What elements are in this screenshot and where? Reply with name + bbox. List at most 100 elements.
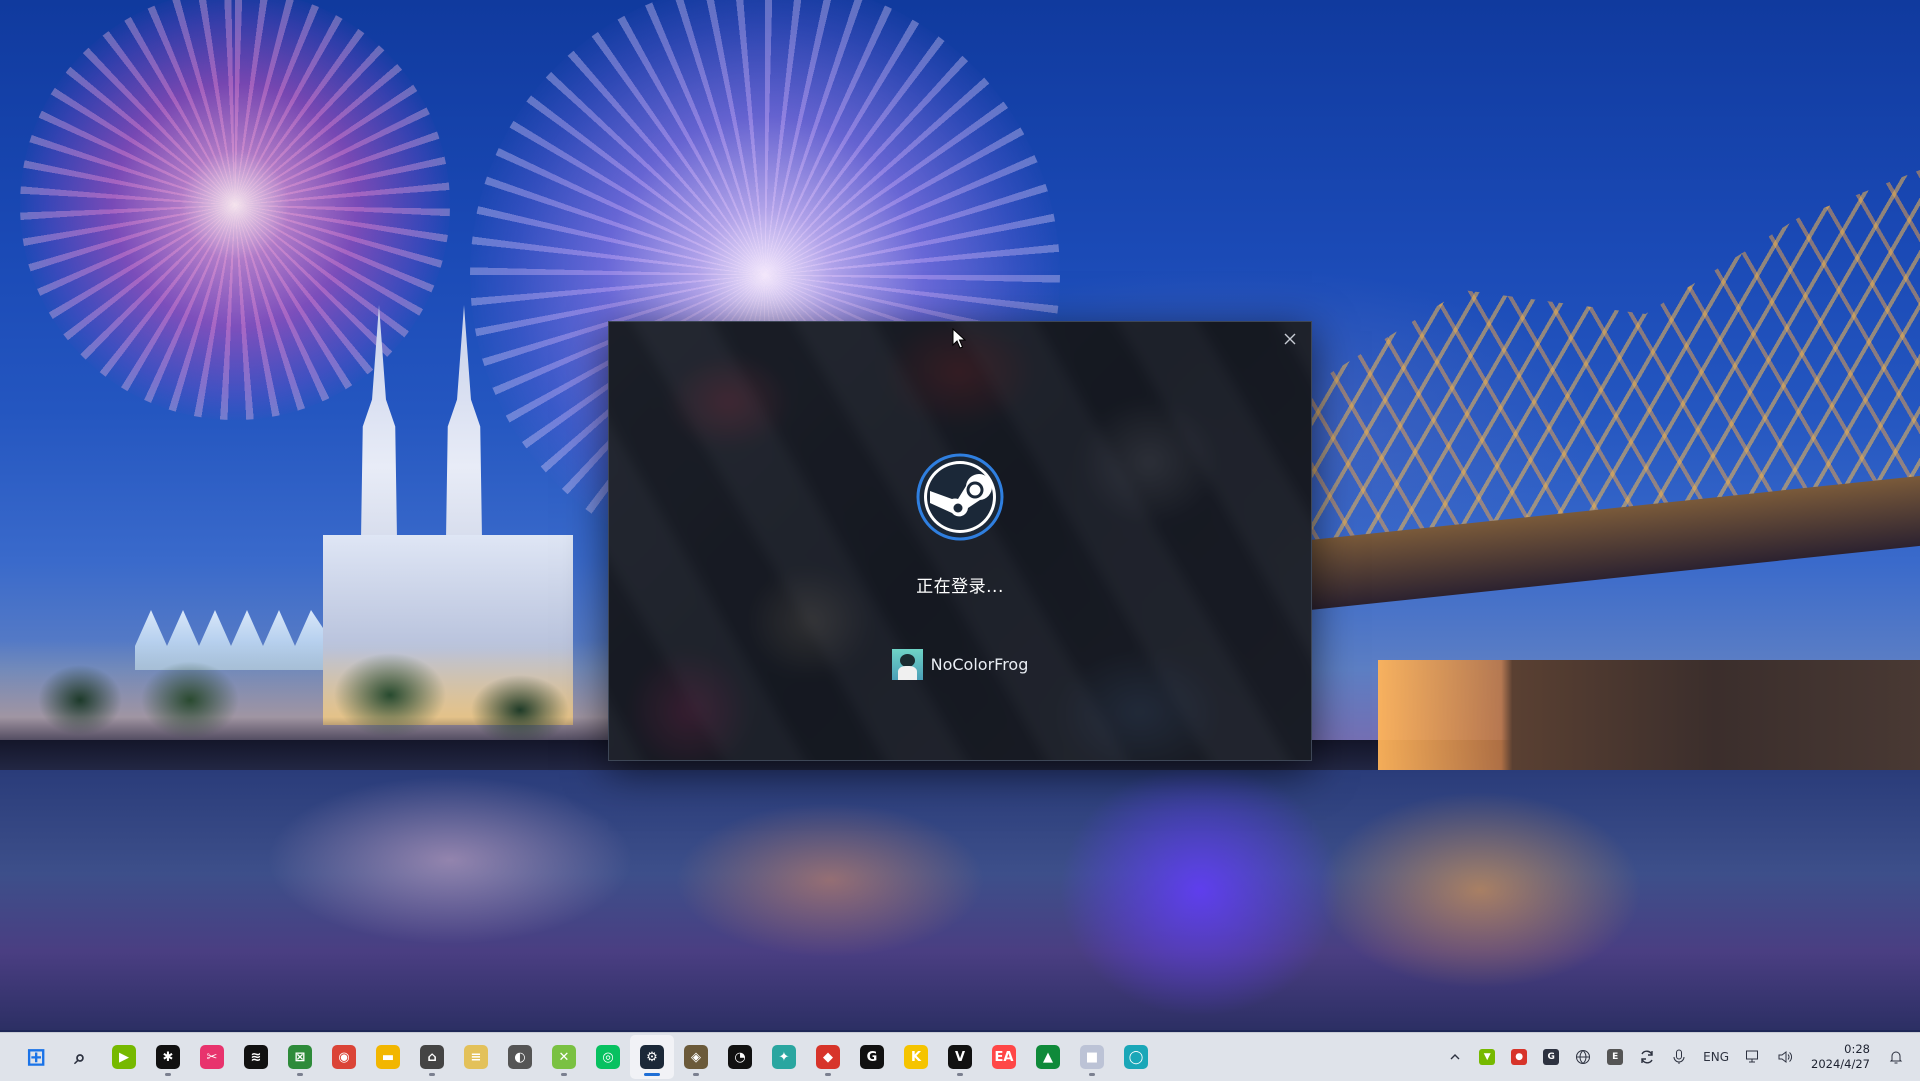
taskbar-wechat[interactable]: ◎ bbox=[586, 1035, 630, 1079]
taskbar-nvidia[interactable]: ▶ bbox=[102, 1035, 146, 1079]
taskbar-gog-like[interactable]: ▲ bbox=[1026, 1035, 1070, 1079]
taskbar-ea[interactable]: EA bbox=[982, 1035, 1026, 1079]
running-indicator bbox=[429, 1073, 435, 1076]
taskbar-start-button[interactable]: ⊞ bbox=[14, 1035, 58, 1079]
taskbar-speedtest[interactable]: ◔ bbox=[718, 1035, 762, 1079]
taskbar-game-controller[interactable]: ⌂ bbox=[410, 1035, 454, 1079]
chrome-icon: ◉ bbox=[332, 1045, 356, 1069]
running-indicator bbox=[1089, 1073, 1095, 1076]
notification-center-button[interactable] bbox=[1882, 1041, 1910, 1073]
windows-start-icon: ⊞ bbox=[25, 1043, 47, 1071]
tray-network-status[interactable] bbox=[1739, 1041, 1767, 1073]
triangle-app-icon: ▲ bbox=[1036, 1045, 1060, 1069]
steam-logo-icon bbox=[916, 453, 1004, 541]
wechat-icon: ◎ bbox=[596, 1045, 620, 1069]
input-language[interactable]: ENG bbox=[1697, 1050, 1735, 1064]
search-icon: ⌕ bbox=[74, 1045, 86, 1069]
steam-login-dialog: 正在登录... NoColorFrog bbox=[608, 321, 1312, 761]
running-indicator bbox=[561, 1073, 567, 1076]
taskbar-apps: ⊞ ⌕ ▶ ✱ ✂ ≋ ⊠ ◉ ▬ ⌂ ≡ ◐ ✕ ◎ ⚙ ◈ ◔ ✦ ◆ G K V EA ▲ ■ ◯ bbox=[0, 1033, 1158, 1081]
xbox-icon: ✕ bbox=[552, 1045, 576, 1069]
tray-network[interactable] bbox=[1569, 1041, 1597, 1073]
login-status-text: 正在登录... bbox=[916, 577, 1004, 597]
avatar bbox=[891, 649, 923, 680]
taskbar-logitech[interactable]: G bbox=[850, 1035, 894, 1079]
ea-icon: EA bbox=[992, 1045, 1016, 1069]
tray-nvidia[interactable]: ▼ bbox=[1473, 1041, 1501, 1073]
running-indicator bbox=[957, 1073, 963, 1076]
folder-icon: ▬ bbox=[376, 1045, 400, 1069]
microphone-icon bbox=[1673, 1049, 1685, 1064]
sync-icon bbox=[1641, 1050, 1653, 1064]
clock[interactable]: 0:28 2024/4/27 bbox=[1803, 1042, 1878, 1072]
epic-icon: ◐ bbox=[508, 1045, 532, 1069]
taskbar-valorant[interactable]: V bbox=[938, 1035, 982, 1079]
river-reflection bbox=[0, 770, 1920, 1030]
notification-bell-icon bbox=[1889, 1051, 1903, 1064]
xbox-app-icon: ⊠ bbox=[288, 1045, 312, 1069]
taskbar-search[interactable]: ⌕ bbox=[58, 1035, 102, 1079]
clock-time: 0:28 bbox=[1844, 1042, 1870, 1056]
account-name: NoColorFrog bbox=[930, 655, 1029, 674]
gauge-icon: ◔ bbox=[728, 1045, 752, 1069]
taskbar-xbox-app[interactable]: ⊠ bbox=[278, 1035, 322, 1079]
running-indicator bbox=[165, 1073, 171, 1076]
notepad-icon: ≡ bbox=[464, 1045, 488, 1069]
nvidia-tray-icon: ▼ bbox=[1479, 1049, 1496, 1065]
system-tray: ▼ ● G E ENG 0:28 2024/4/27 bbox=[1441, 1033, 1920, 1081]
taskbar-chrome[interactable]: ◉ bbox=[322, 1035, 366, 1079]
tray-logitech[interactable]: G bbox=[1537, 1041, 1565, 1073]
speaker-icon bbox=[1778, 1051, 1792, 1063]
show-hidden-icons-button[interactable] bbox=[1441, 1041, 1469, 1073]
tray-microphone[interactable] bbox=[1665, 1041, 1693, 1073]
taskbar-snipping[interactable]: ✂ bbox=[190, 1035, 234, 1079]
taskbar-epic-launcher[interactable]: ◐ bbox=[498, 1035, 542, 1079]
taskbar-steam[interactable]: ⚙ bbox=[630, 1035, 674, 1079]
taskbar-capcut[interactable]: ≋ bbox=[234, 1035, 278, 1079]
network-monitor-icon bbox=[1746, 1050, 1759, 1063]
taskbar-notepad[interactable]: ≡ bbox=[454, 1035, 498, 1079]
davinci-resolve-icon: ✱ bbox=[156, 1045, 180, 1069]
logitech-tray-icon: G bbox=[1543, 1049, 1560, 1065]
tray-sync[interactable] bbox=[1633, 1041, 1661, 1073]
steam-icon: ⚙ bbox=[640, 1045, 664, 1069]
valorant-icon: V bbox=[948, 1045, 972, 1069]
taskbar-kook[interactable]: K bbox=[894, 1035, 938, 1079]
nvidia-icon: ▶ bbox=[112, 1045, 136, 1069]
tray-volume[interactable] bbox=[1771, 1041, 1799, 1073]
taskbar-launcher-genshin[interactable]: ✦ bbox=[762, 1035, 806, 1079]
clock-date: 2024/4/27 bbox=[1811, 1057, 1870, 1071]
taskbar-xbox[interactable]: ✕ bbox=[542, 1035, 586, 1079]
close-button[interactable] bbox=[1277, 326, 1303, 352]
ring-icon: ◯ bbox=[1124, 1045, 1148, 1069]
mouse-cursor-icon bbox=[952, 328, 966, 349]
running-indicator bbox=[825, 1073, 831, 1076]
taskbar-ring-app[interactable]: ◯ bbox=[1114, 1035, 1158, 1079]
red-app-icon: ◆ bbox=[816, 1045, 840, 1069]
taskbar-launcher-red[interactable]: ◆ bbox=[806, 1035, 850, 1079]
tray-epic[interactable]: E bbox=[1601, 1041, 1629, 1073]
taskbar-white-cube[interactable]: ■ bbox=[1070, 1035, 1114, 1079]
riverside-trees bbox=[0, 640, 620, 750]
running-indicator bbox=[693, 1073, 699, 1076]
cube-icon: ■ bbox=[1080, 1045, 1104, 1069]
close-icon bbox=[1284, 333, 1296, 345]
capcut-icon: ≋ bbox=[244, 1045, 268, 1069]
snipping-tool-icon: ✂ bbox=[200, 1045, 224, 1069]
red-tray-icon: ● bbox=[1511, 1049, 1528, 1065]
chevron-up-icon bbox=[1450, 1054, 1460, 1060]
account-row: NoColorFrog bbox=[609, 649, 1311, 680]
genshin-icon: ✦ bbox=[772, 1045, 796, 1069]
logitech-g-icon: G bbox=[860, 1045, 884, 1069]
game-launcher-icon: ◈ bbox=[684, 1045, 708, 1069]
running-indicator bbox=[644, 1073, 660, 1076]
gamepad-icon: ⌂ bbox=[420, 1045, 444, 1069]
taskbar-hoyoplay[interactable]: ◈ bbox=[674, 1035, 718, 1079]
tray-red-app[interactable]: ● bbox=[1505, 1041, 1533, 1073]
taskbar: ⊞ ⌕ ▶ ✱ ✂ ≋ ⊠ ◉ ▬ ⌂ ≡ ◐ ✕ ◎ ⚙ ◈ ◔ ✦ ◆ G K V EA ▲ ■ ◯ ▼ ● G E ENG … bbox=[0, 1032, 1920, 1081]
running-indicator bbox=[297, 1073, 303, 1076]
taskbar-davinci[interactable]: ✱ bbox=[146, 1035, 190, 1079]
taskbar-file-explorer[interactable]: ▬ bbox=[366, 1035, 410, 1079]
epic-tray-icon: E bbox=[1607, 1049, 1624, 1065]
network-globe-icon bbox=[1576, 1050, 1591, 1064]
